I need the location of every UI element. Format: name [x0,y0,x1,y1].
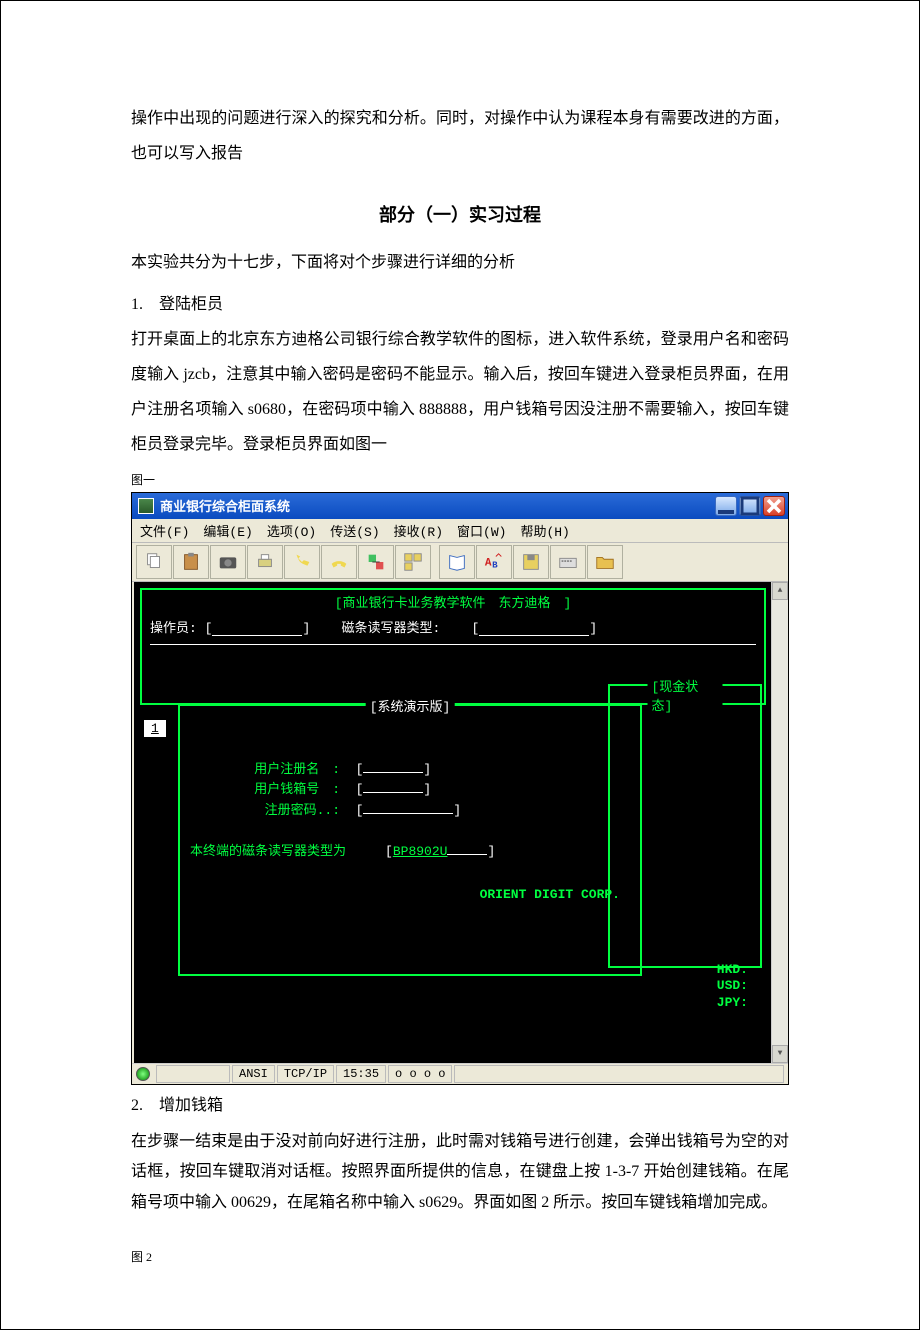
close-button[interactable] [763,496,785,516]
svg-text:A: A [485,557,492,569]
intro-paragraph: 操作中出现的问题进行深入的探究和分析。同时，对操作中认为课程本身有需要改进的方面… [131,101,789,171]
step-1-body: 打开桌面上的北京东方迪格公司银行综合教学软件的图标，进入软件系统，登录用户名和密… [131,322,789,463]
floppy-icon[interactable] [513,545,549,579]
print-icon[interactable] [247,545,283,579]
status-indicators: o o o o [388,1065,452,1083]
menu-file[interactable]: 文件(F) [140,521,189,540]
operator-label: 操作员: [150,621,197,636]
status-led-icon [136,1067,150,1081]
menu-edit[interactable]: 编辑(E) [203,521,252,540]
menu-send[interactable]: 传送(S) [330,521,379,540]
currency-hkd: HKD: [717,962,748,979]
figure-2-label: 图 2 [131,1248,789,1265]
username-label: 用户注册名 : [190,760,340,781]
connect-icon[interactable] [358,545,394,579]
currency-jpy: JPY: [717,995,748,1012]
status-ansi: ANSI [232,1065,275,1083]
password-field[interactable] [363,801,453,814]
phone-icon[interactable] [284,545,320,579]
scroll-up-icon[interactable]: ▲ [772,582,788,600]
menu-help[interactable]: 帮助(H) [520,521,569,540]
book-icon[interactable] [439,545,475,579]
cash-status-legend: [现金状态] [648,676,723,714]
menubar: 文件(F) 编辑(E) 选项(O) 传送(S) 接收(R) 窗口(W) 帮助(H… [132,519,788,543]
camera-icon[interactable] [210,545,246,579]
paste-icon[interactable] [173,545,209,579]
folder-icon[interactable] [587,545,623,579]
toolbar: AB [132,543,788,582]
currency-list: HKD: USD: JPY: [717,962,748,1013]
keyboard-icon[interactable] [550,545,586,579]
currency-usd: USD: [717,978,748,995]
spellcheck-icon[interactable]: AB [476,545,512,579]
svg-text:B: B [492,559,498,570]
password-label: 注册密码..: [190,801,340,822]
page-badge: 1 [144,720,166,737]
scroll-down-icon[interactable]: ▼ [772,1045,788,1063]
terminal-area[interactable]: [商业银行卡业务教学软件 东方迪格 ] 操作员: [] 磁条读写器类型: [] … [134,582,772,1063]
reader-label: 磁条读写器类型: [341,621,440,636]
cashbox-field[interactable] [363,780,423,793]
termtype-value: BP8902U [393,844,448,859]
intro-steps: 本实验共分为十七步，下面将对个步骤进行详细的分析 [131,245,789,280]
reader-field[interactable] [479,621,589,636]
cash-status-box: [现金状态] [608,684,762,968]
status-tcpip: TCP/IP [277,1065,334,1083]
menu-options[interactable]: 选项(O) [267,521,316,540]
username-field[interactable] [363,760,423,773]
status-spacer [454,1065,784,1083]
hangup-icon[interactable] [321,545,357,579]
window-title: 商业银行综合柜面系统 [160,496,290,515]
section-heading: 部分（一）实习过程 [131,201,789,227]
menu-window[interactable]: 窗口(W) [457,521,506,540]
document-page: 操作中出现的问题进行深入的探究和分析。同时，对操作中认为课程本身有需要改进的方面… [0,0,920,1330]
vertical-scrollbar[interactable]: ▲ ▼ [771,582,788,1063]
app-window: 商业银行综合柜面系统 文件(F) 编辑(E) 选项(O) 传送(S) 接收(R)… [131,492,789,1085]
menu-receive[interactable]: 接收(R) [394,521,443,540]
termtype-label: 本终端的磁条读写器类型为 [190,844,346,859]
minimize-button[interactable] [715,496,737,516]
step-2-body: 在步骤一结束是由于没对前向好进行注册，此时需对钱箱号进行创建，会弹出钱箱号为空的… [131,1127,789,1218]
status-time: 15:35 [336,1065,386,1083]
maximize-button[interactable] [739,496,761,516]
terminal-header: [商业银行卡业务教学软件 东方迪格 ] [150,592,756,611]
layout-icon[interactable] [395,545,431,579]
step-1-title: 1. 登陆柜员 [131,287,789,322]
status-cell-1 [156,1065,230,1083]
copy-icon[interactable] [136,545,172,579]
app-icon [138,498,154,514]
titlebar[interactable]: 商业银行综合柜面系统 [132,493,788,519]
corp-name: ORIENT DIGIT CORP. [190,887,630,902]
login-box: [系统演示版] 1 用户注册名 : [] 用户钱箱号 : [] 注册密码..: … [178,704,642,976]
login-box-legend: [系统演示版] [366,696,455,715]
statusbar: ANSI TCP/IP 15:35 o o o o [132,1063,788,1084]
cashbox-label: 用户钱箱号 : [190,780,340,801]
operator-field[interactable] [212,621,302,636]
step-2-title: 2. 增加钱箱 [131,1091,789,1121]
figure-1-label: 图一 [131,471,789,488]
